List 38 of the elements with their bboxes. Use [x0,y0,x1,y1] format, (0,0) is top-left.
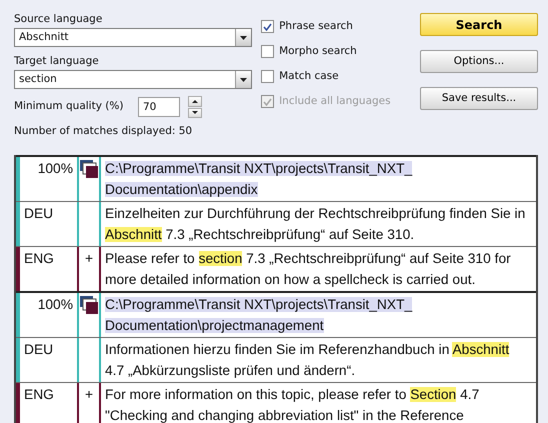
button[interactable]: Search [420,13,538,36]
checkbox[interactable] [261,45,274,58]
up-arrow-icon [192,100,198,103]
target-language-combo[interactable]: section [14,70,252,89]
matches-count: Number of matches displayed: 50 [14,124,194,139]
checkbox-label: Phrase search [279,18,353,34]
source-language-combo[interactable]: Abschnitt [14,28,252,47]
dropdown-button[interactable] [235,29,251,46]
dropdown-arrow-icon [240,36,247,40]
spin-up-button[interactable] [188,96,202,106]
language-cell: ENG [16,247,77,291]
documents-icon [79,295,99,316]
quality-cell: 100% [16,293,77,337]
down-arrow-icon [192,111,198,114]
language-cell: DEU [16,202,77,246]
language-cell: DEU [16,338,77,382]
spin-down-button[interactable] [188,108,202,118]
field-label: Target language [14,54,100,69]
field-label: Source language [14,12,104,27]
marker-cell: + [84,387,94,402]
documents-icon [79,159,99,180]
checkbox[interactable] [261,20,274,33]
quality-input[interactable]: 70 [138,97,180,117]
button[interactable]: Save results... [420,87,538,110]
checkbox-label: Morpho search [279,44,357,59]
dropdown-button[interactable] [235,71,251,88]
field-label: Minimum quality (%) [14,99,124,114]
quality-cell: 100% [16,157,77,201]
checkbox-label: Include all languages [279,94,391,109]
segment-text: For more information on this topic, please refer to Section 4.7 "Checking and changing abbreviation list" in the Reference [99,383,536,423]
checkbox-label: Match case [279,68,339,84]
segment-text: Please refer to section 7.3 „Rechtschreibprüfung“ auf Seite 310 for more detailed information on how a spellcheck is carried out. [99,247,536,291]
button[interactable]: Options... [420,50,538,73]
checkbox[interactable] [261,70,274,83]
segment-text: Einzelheiten zur Durchführung der Rechtschreibprüfung finden Sie in Abschnitt 7.3 „Rechtschreibprüfung“ auf Seite 310. [99,202,536,246]
dropdown-arrow-icon [240,78,247,82]
marker-cell: + [84,251,94,266]
language-cell: ENG [16,383,77,423]
